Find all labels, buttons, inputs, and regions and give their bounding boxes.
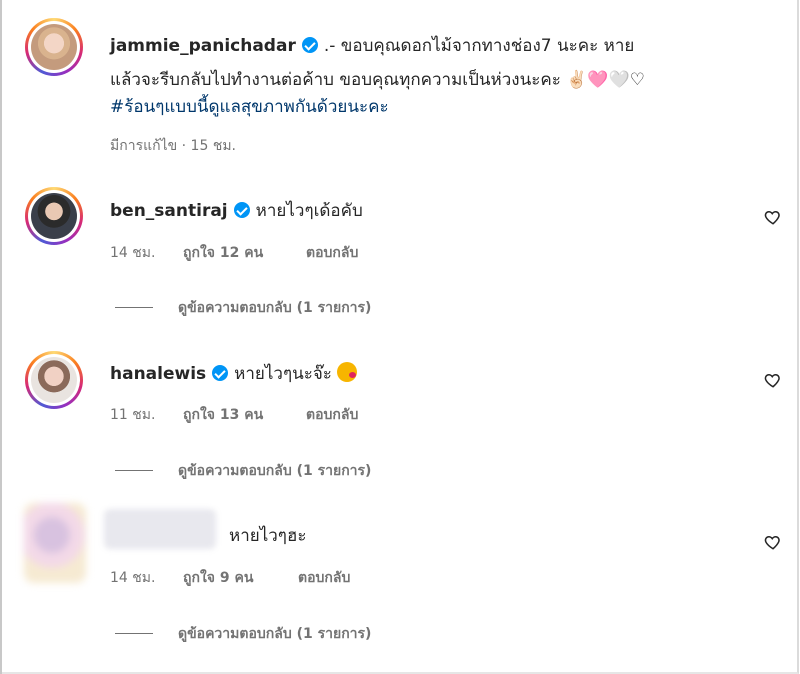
replies-divider xyxy=(115,307,153,308)
view-replies-button[interactable]: ดูข้อความตอบกลับ (1 รายการ) xyxy=(178,623,371,645)
avatar-photo xyxy=(31,24,77,70)
comment-avatar[interactable] xyxy=(25,187,83,245)
caption-text: .- ขอบคุณดอกไม้จากทางช่อง7 นะคะ หาย xyxy=(323,36,635,56)
heart-outline-icon[interactable] xyxy=(764,533,782,551)
verified-badge-icon xyxy=(233,202,250,218)
comment-text: หายไวๆเด้อคับ xyxy=(255,201,363,221)
heart-outline-icon[interactable] xyxy=(764,208,782,226)
post-meta: มีการแก้ไข · 15 ชม. xyxy=(110,138,236,154)
post-hashtag[interactable]: #ร้อนๆแบบนี้ดูแลสุขภาพกันด้วยนะคะ xyxy=(110,95,389,119)
verified-badge-icon xyxy=(212,365,229,381)
comment-likes[interactable]: ถูกใจ 9 คน xyxy=(183,567,253,589)
comment-username[interactable]: hanalewis xyxy=(110,364,206,384)
heart-outline-icon[interactable] xyxy=(764,371,782,389)
avatar-photo xyxy=(31,357,77,403)
comment-text: หายไวๆนะจ๊ะ xyxy=(234,364,332,384)
avatar-photo xyxy=(31,193,77,239)
reply-button[interactable]: ตอบกลับ xyxy=(306,242,358,264)
view-replies-button[interactable]: ดูข้อความตอบกลับ (1 รายการ) xyxy=(178,460,371,482)
replies-divider xyxy=(115,633,153,634)
comment-username[interactable]: ben_santiraj xyxy=(110,201,228,221)
post-author-username[interactable]: jammie_panichadar xyxy=(110,36,296,56)
panel-edge xyxy=(0,0,2,674)
comment-text: หายไวๆฮะ xyxy=(229,526,307,546)
comment-text-row: ben_santiraj หายไวๆเด้อคับ xyxy=(110,199,363,223)
view-replies-button[interactable]: ดูข้อความตอบกลับ (1 รายการ) xyxy=(178,297,371,319)
comment-likes[interactable]: ถูกใจ 13 คน xyxy=(183,404,263,426)
post-caption-line2: แล้วจะรีบกลับไปทำงานต่อค้าบ ขอบคุณทุกควา… xyxy=(110,70,645,90)
reply-button[interactable]: ตอบกลับ xyxy=(298,567,350,589)
comment-time: 11 ชม. xyxy=(110,407,156,423)
kiss-emoji-icon xyxy=(337,362,358,382)
comment-avatar[interactable] xyxy=(25,351,83,409)
replies-divider xyxy=(115,470,153,471)
verified-badge-icon xyxy=(301,37,318,53)
reply-button[interactable]: ตอบกลับ xyxy=(306,404,358,426)
post-author-avatar[interactable] xyxy=(25,18,83,76)
comment-text-row: hanalewis หายไวๆนะจ๊ะ xyxy=(110,362,358,386)
blurred-username[interactable] xyxy=(104,509,216,549)
comment-likes[interactable]: ถูกใจ 12 คน xyxy=(183,242,263,264)
comment-time: 14 ชม. xyxy=(110,570,156,586)
blurred-avatar[interactable] xyxy=(24,503,86,583)
comment-time: 14 ชม. xyxy=(110,245,156,261)
post-caption-line1: jammie_panichadar .- ขอบคุณดอกไม้จากทางช่… xyxy=(110,34,634,58)
